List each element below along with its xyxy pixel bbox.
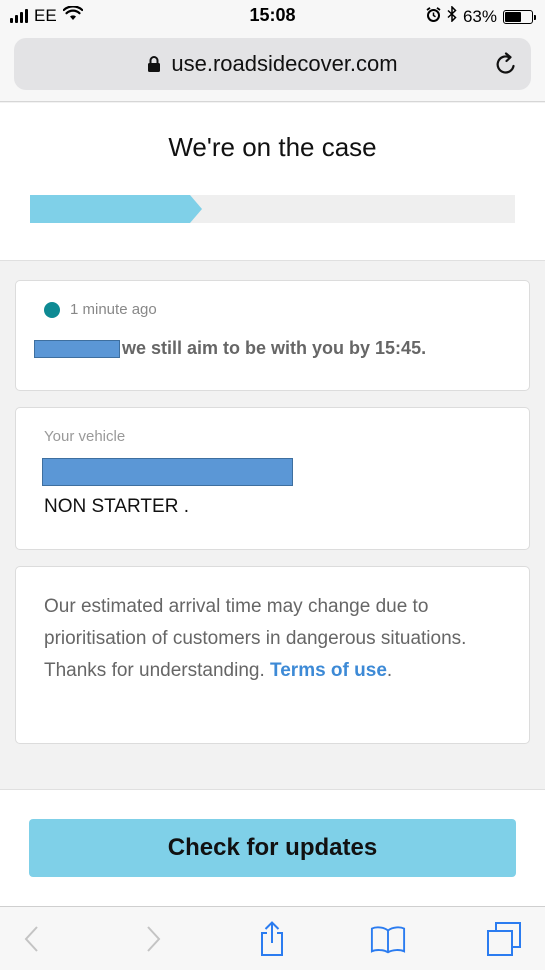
update-time-row: 1 minute ago [44, 301, 157, 318]
browser-toolbar [0, 906, 545, 970]
notice-trailing: . [386, 660, 393, 681]
update-card: 1 minute ago we still aim to be with you… [15, 280, 530, 391]
reload-icon[interactable] [495, 52, 517, 82]
url-text: use.roadsidecover.com [171, 51, 398, 76]
vehicle-label: Your vehicle [44, 428, 126, 445]
progress-bar [30, 195, 515, 223]
action-section: Check for updates [0, 789, 545, 906]
browser-address-area: use.roadsidecover.com [0, 32, 545, 102]
redacted-name [34, 339, 120, 358]
update-time: 1 minute ago [70, 301, 157, 318]
vehicle-status: NON STARTER . [44, 496, 189, 517]
vehicle-card: Your vehicle NON STARTER . [15, 407, 530, 550]
address-bar[interactable]: use.roadsidecover.com [14, 38, 531, 90]
forward-icon[interactable] [135, 921, 171, 957]
battery-percent: 63% [462, 6, 497, 26]
status-dot-icon [44, 301, 60, 318]
battery-level [505, 11, 522, 22]
page-header: We're on the case [0, 103, 545, 261]
update-message-row: we still aim to be with you by 15:45. [34, 338, 426, 359]
notice-text: Our estimated arrival time may change du… [44, 591, 504, 687]
progress-fill [30, 195, 202, 223]
back-icon[interactable] [14, 921, 50, 957]
terms-of-use-link[interactable]: Terms of use [270, 660, 387, 681]
bookmarks-icon[interactable] [370, 921, 406, 957]
check-for-updates-button[interactable]: Check for updates [29, 819, 516, 877]
tabs-icon[interactable] [486, 921, 522, 957]
status-right: 63% [426, 5, 536, 27]
share-icon[interactable] [254, 921, 290, 957]
bluetooth-icon [447, 5, 457, 27]
notice-card: Our estimated arrival time may change du… [15, 566, 530, 744]
page-title: We're on the case [168, 132, 377, 162]
redacted-vehicle [42, 458, 293, 491]
status-bar: EE 15:08 63% [0, 0, 545, 32]
alarm-icon [426, 6, 441, 27]
update-message: we still aim to be with you by 15:45. [122, 338, 427, 358]
redacted-block [42, 458, 293, 486]
battery-icon [503, 9, 536, 24]
notice-body: Our estimated arrival time may change du… [44, 596, 467, 681]
lock-icon [147, 55, 161, 73]
